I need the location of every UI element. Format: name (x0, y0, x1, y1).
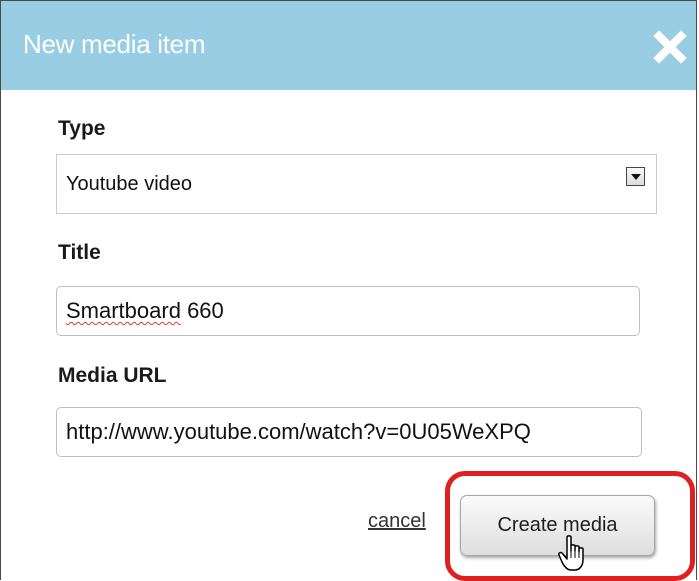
dialog-titlebar: New media item (1, 1, 696, 90)
title-input-misspelled-word: Smartboard (66, 298, 181, 323)
title-label: Title (58, 241, 101, 264)
type-select-value: Youtube video (66, 173, 193, 195)
dropdown-arrow-icon[interactable] (626, 167, 645, 186)
cancel-link[interactable]: cancel (368, 510, 426, 533)
close-icon[interactable] (652, 29, 688, 65)
media-url-input[interactable]: http://www.youtube.com/watch?v=0U05WeXPQ (56, 407, 642, 457)
hand-pointer-icon (558, 534, 592, 573)
type-label: Type (58, 117, 106, 140)
new-media-dialog: New media item Type Youtube video Title … (0, 0, 697, 581)
title-input[interactable]: Smartboard 660 (56, 286, 640, 336)
media-url-label: Media URL (58, 364, 167, 387)
title-input-rest: 660 (180, 298, 224, 323)
type-select[interactable]: Youtube video (56, 154, 657, 214)
dialog-title: New media item (23, 29, 206, 59)
